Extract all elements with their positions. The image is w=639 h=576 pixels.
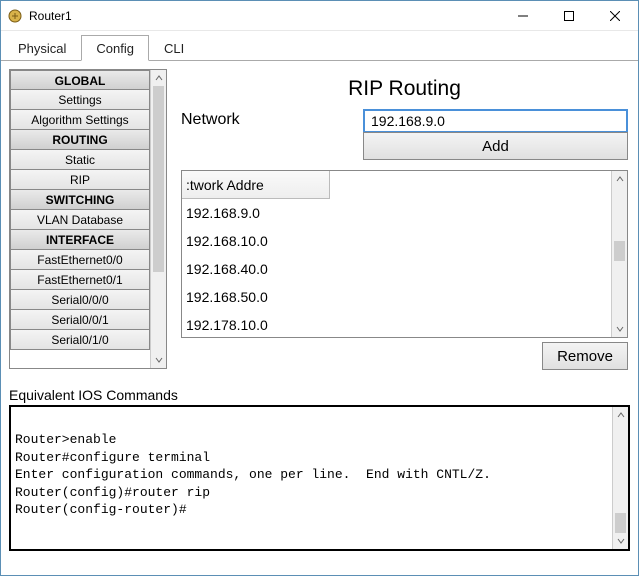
list-column-header[interactable]: :twork Addre: [182, 171, 330, 199]
scroll-thumb[interactable]: [153, 86, 164, 272]
tab-config[interactable]: Config: [81, 35, 149, 61]
list-item[interactable]: 192.168.9.0: [182, 199, 611, 227]
scroll-up-icon[interactable]: [613, 407, 628, 423]
list-scrollbar[interactable]: [611, 171, 627, 337]
window-title: Router1: [29, 9, 500, 23]
scroll-thumb[interactable]: [615, 513, 626, 533]
tab-physical[interactable]: Physical: [3, 35, 81, 61]
sidebar-header-global: GLOBAL: [10, 70, 150, 90]
add-button[interactable]: Add: [363, 132, 628, 160]
close-button[interactable]: [592, 1, 638, 30]
page-title: RIP Routing: [181, 77, 628, 101]
sidebar-header-interface: INTERFACE: [10, 230, 150, 250]
scroll-down-icon[interactable]: [613, 533, 628, 549]
sidebar-scrollbar[interactable]: [150, 70, 166, 368]
window-controls: [500, 1, 638, 30]
sidebar-item-fe00[interactable]: FastEthernet0/0: [10, 250, 150, 270]
sidebar-item-static[interactable]: Static: [10, 150, 150, 170]
scroll-down-icon[interactable]: [612, 321, 627, 337]
sidebar-item-rip[interactable]: RIP: [10, 170, 150, 190]
app-icon: [7, 8, 23, 24]
scroll-down-icon[interactable]: [151, 352, 166, 368]
ios-commands-box: Router>enable Router#configure terminal …: [9, 405, 630, 551]
sidebar-item-vlan-database[interactable]: VLAN Database: [10, 210, 150, 230]
main-panel: RIP Routing Network Add :twork Addre 192…: [167, 67, 632, 377]
sidebar-item-s001[interactable]: Serial0/0/1: [10, 310, 150, 330]
sidebar-header-switching: SWITCHING: [10, 190, 150, 210]
list-item[interactable]: 192.178.10.0: [182, 311, 611, 337]
list-item[interactable]: 192.168.50.0: [182, 283, 611, 311]
scroll-up-icon[interactable]: [151, 70, 166, 86]
network-input[interactable]: [363, 109, 628, 133]
network-label: Network: [181, 109, 363, 129]
sidebar: GLOBAL Settings Algorithm Settings ROUTI…: [9, 69, 167, 369]
ios-commands-label: Equivalent IOS Commands: [9, 387, 632, 403]
tab-cli[interactable]: CLI: [149, 35, 199, 61]
remove-button[interactable]: Remove: [542, 342, 628, 370]
sidebar-item-s010[interactable]: Serial0/1/0: [10, 330, 150, 350]
network-list: :twork Addre 192.168.9.0 192.168.10.0 19…: [181, 170, 628, 338]
sidebar-item-settings[interactable]: Settings: [10, 90, 150, 110]
minimize-button[interactable]: [500, 1, 546, 30]
list-item[interactable]: 192.168.10.0: [182, 227, 611, 255]
sidebar-header-routing: ROUTING: [10, 130, 150, 150]
sidebar-item-s000[interactable]: Serial0/0/0: [10, 290, 150, 310]
maximize-button[interactable]: [546, 1, 592, 30]
sidebar-item-algorithm-settings[interactable]: Algorithm Settings: [10, 110, 150, 130]
tabbar: Physical Config CLI: [1, 33, 638, 61]
scroll-thumb[interactable]: [614, 241, 625, 261]
ios-scrollbar[interactable]: [612, 407, 628, 549]
titlebar: Router1: [1, 1, 638, 31]
scroll-up-icon[interactable]: [612, 171, 627, 187]
ios-commands-text[interactable]: Router>enable Router#configure terminal …: [11, 407, 612, 549]
list-item[interactable]: 192.168.40.0: [182, 255, 611, 283]
sidebar-item-fe01[interactable]: FastEthernet0/1: [10, 270, 150, 290]
